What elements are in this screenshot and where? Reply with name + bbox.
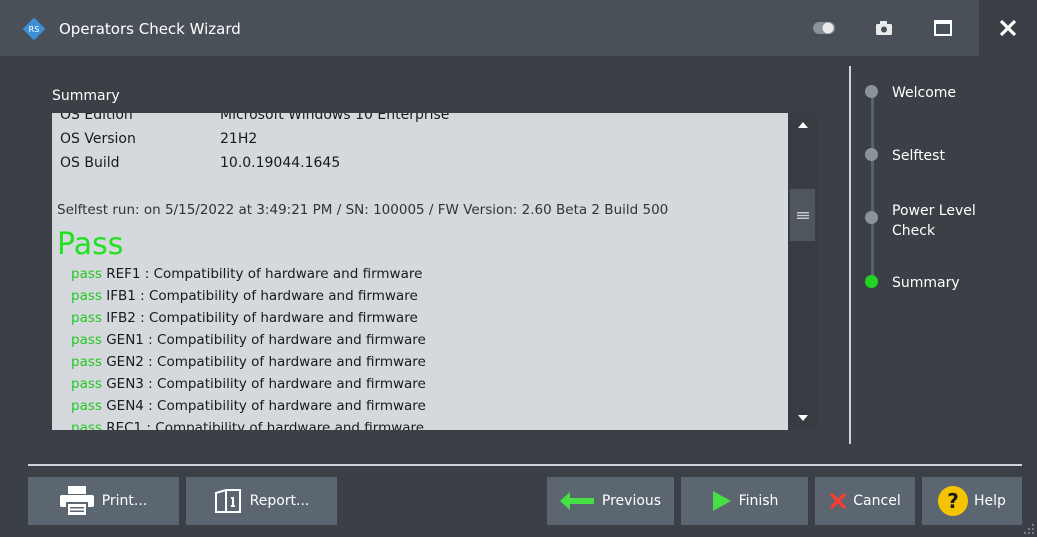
summary-panel[interactable]: OS Edition Microsoft Windows 10 Enterpri… bbox=[52, 113, 817, 430]
arrow-left-icon bbox=[559, 492, 594, 510]
previous-button[interactable]: Previous bbox=[547, 477, 674, 525]
summary-heading: Summary bbox=[52, 88, 120, 104]
step-selftest: Selftest bbox=[865, 146, 945, 164]
step-panel-divider bbox=[849, 66, 851, 444]
step-label: Summary bbox=[892, 275, 960, 291]
play-icon bbox=[711, 491, 731, 511]
title-bar: RS Operators Check Wizard bbox=[0, 0, 1037, 56]
step-label: Selftest bbox=[892, 148, 945, 164]
finish-button-label: Finish bbox=[738, 493, 779, 509]
step-label: Power Level Check bbox=[892, 203, 976, 239]
info-value: Microsoft Windows 10 Enterprise bbox=[220, 113, 450, 123]
finish-button[interactable]: Finish bbox=[681, 477, 808, 525]
resize-grip-icon[interactable] bbox=[1023, 523, 1035, 535]
result-status: pass bbox=[71, 266, 102, 282]
summary-text-area: OS Edition Microsoft Windows 10 Enterpri… bbox=[52, 113, 788, 430]
result-text: GEN4 : Compatibility of hardware and fir… bbox=[101, 398, 426, 414]
help-button[interactable]: ? Help bbox=[922, 477, 1022, 525]
info-key: OS Edition bbox=[60, 113, 133, 123]
selftest-info: Selftest run: on 5/15/2022 at 3:49:21 PM… bbox=[57, 202, 669, 218]
cancel-x-icon bbox=[829, 492, 847, 510]
toggle-icon[interactable] bbox=[808, 8, 840, 48]
result-status: pass bbox=[71, 354, 102, 370]
result-line: pass IFB2 : Compatibility of hardware an… bbox=[71, 310, 418, 326]
vertical-scrollbar[interactable] bbox=[788, 113, 817, 430]
result-status: pass bbox=[71, 288, 102, 304]
result-status: pass bbox=[71, 310, 102, 326]
result-status: pass bbox=[71, 420, 102, 430]
footer-divider bbox=[28, 464, 1022, 466]
scroll-down-icon[interactable] bbox=[788, 406, 817, 430]
step-dot-active-icon bbox=[865, 275, 878, 288]
scroll-up-icon[interactable] bbox=[788, 113, 817, 137]
app-logo-icon: RS bbox=[22, 17, 46, 41]
result-text: GEN2 : Compatibility of hardware and fir… bbox=[101, 354, 426, 370]
result-text: REF1 : Compatibility of hardware and fir… bbox=[101, 266, 423, 282]
cancel-button[interactable]: Cancel bbox=[815, 477, 915, 525]
result-status: pass bbox=[71, 332, 102, 348]
print-button[interactable]: Print... bbox=[28, 477, 179, 525]
close-icon[interactable] bbox=[979, 0, 1037, 56]
svg-text:RS: RS bbox=[29, 25, 40, 34]
info-value: 21H2 bbox=[220, 131, 258, 147]
report-icon bbox=[214, 489, 242, 513]
window-title: Operators Check Wizard bbox=[59, 20, 241, 38]
info-key: OS Version bbox=[60, 131, 136, 147]
svg-text:?: ? bbox=[947, 489, 959, 513]
result-text: REC1 : Compatibility of hardware and fir… bbox=[101, 420, 425, 430]
step-dot-icon bbox=[865, 211, 878, 224]
step-dot-icon bbox=[865, 148, 878, 161]
result-status: pass bbox=[71, 398, 102, 414]
step-label: Welcome bbox=[892, 85, 957, 101]
result-line: pass IFB1 : Compatibility of hardware an… bbox=[71, 288, 418, 304]
previous-button-label: Previous bbox=[601, 493, 662, 509]
info-key: OS Build bbox=[60, 155, 120, 171]
print-button-label: Print... bbox=[101, 493, 148, 509]
result-text: GEN3 : Compatibility of hardware and fir… bbox=[101, 376, 426, 392]
result-line: pass GEN3 : Compatibility of hardware an… bbox=[71, 376, 426, 392]
scrollbar-thumb[interactable] bbox=[790, 189, 815, 241]
help-icon: ? bbox=[938, 486, 969, 516]
result-line: pass REF1 : Compatibility of hardware an… bbox=[71, 266, 422, 282]
result-line: pass GEN2 : Compatibility of hardware an… bbox=[71, 354, 426, 370]
overall-result: Pass bbox=[57, 227, 124, 262]
result-text: GEN1 : Compatibility of hardware and fir… bbox=[101, 332, 426, 348]
result-line: pass GEN4 : Compatibility of hardware an… bbox=[71, 398, 426, 414]
result-status: pass bbox=[71, 376, 102, 392]
step-welcome: Welcome bbox=[865, 83, 956, 101]
maximize-icon[interactable] bbox=[925, 8, 961, 48]
result-line: pass REC1 : Compatibility of hardware an… bbox=[71, 420, 424, 430]
step-dot-icon bbox=[865, 85, 878, 98]
help-button-label: Help bbox=[974, 493, 1006, 509]
step-summary: Summary bbox=[865, 273, 960, 291]
printer-icon bbox=[59, 486, 94, 516]
step-connector-line bbox=[871, 94, 874, 284]
result-line: pass GEN1 : Compatibility of hardware an… bbox=[71, 332, 426, 348]
step-power-level-check: Power Level Check bbox=[865, 203, 976, 239]
report-button-label: Report... bbox=[249, 493, 310, 509]
cancel-button-label: Cancel bbox=[853, 493, 901, 509]
camera-icon[interactable] bbox=[868, 8, 900, 48]
result-text: IFB2 : Compatibility of hardware and fir… bbox=[101, 310, 418, 326]
info-value: 10.0.19044.1645 bbox=[220, 155, 341, 171]
result-text: IFB1 : Compatibility of hardware and fir… bbox=[101, 288, 418, 304]
report-button[interactable]: Report... bbox=[186, 477, 337, 525]
